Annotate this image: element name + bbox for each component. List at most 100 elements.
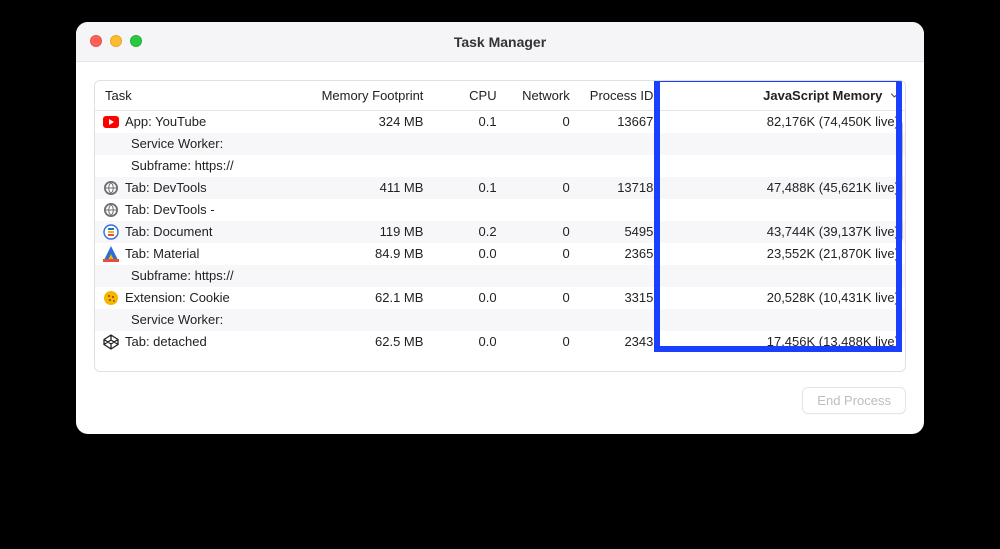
- cell-cpu: [429, 155, 502, 177]
- cell-mem: 119 MB: [283, 221, 429, 243]
- process-table-wrap: Task Memory Footprint CPU Network Proces…: [94, 80, 906, 372]
- codepen-icon: [103, 334, 119, 350]
- cell-task: App: YouTube: [95, 111, 283, 133]
- table-row[interactable]: Tab: DevTools -: [95, 199, 905, 221]
- task-label: Service Worker:: [131, 312, 223, 327]
- cell-mem: 411 MB: [283, 177, 429, 199]
- cell-net: [503, 265, 576, 287]
- titlebar[interactable]: Task Manager: [76, 22, 924, 62]
- cell-task: Tab: detached: [95, 331, 283, 353]
- cell-pid: 2343: [576, 331, 660, 353]
- cell-cpu: 0.1: [429, 177, 502, 199]
- cell-cpu: 0.2: [429, 221, 502, 243]
- cell-task: Service Worker:: [95, 133, 283, 155]
- cell-net: [503, 199, 576, 221]
- table-row[interactable]: Tab: Material84.9 MB0.00236523,552K (21,…: [95, 243, 905, 265]
- cell-mem: [283, 133, 429, 155]
- task-label: Subframe: https://: [131, 268, 234, 283]
- col-header-task[interactable]: Task: [95, 81, 283, 111]
- cell-net: [503, 155, 576, 177]
- cell-cpu: 0.1: [429, 111, 502, 133]
- footer: End Process: [94, 372, 906, 420]
- close-icon[interactable]: [90, 35, 102, 47]
- task-manager-window: Task Manager Task Memory Footprint CPU: [76, 22, 924, 434]
- cell-net: [503, 309, 576, 331]
- cookie-icon: [103, 290, 119, 306]
- cell-cpu: [429, 133, 502, 155]
- task-label: Subframe: https://: [131, 158, 234, 173]
- table-row[interactable]: Extension: Cookie 62.1 MB0.00331520,528K …: [95, 287, 905, 309]
- cell-mem: [283, 199, 429, 221]
- table-row[interactable]: Subframe: https://: [95, 155, 905, 177]
- task-label: App: YouTube: [125, 114, 206, 129]
- minimize-icon[interactable]: [110, 35, 122, 47]
- scrollbar-thumb[interactable]: [897, 121, 903, 241]
- table-header-row: Task Memory Footprint CPU Network Proces…: [95, 81, 905, 111]
- cell-net: [503, 133, 576, 155]
- cell-pid: 5495: [576, 221, 660, 243]
- cell-task: Subframe: https://: [95, 265, 283, 287]
- table-row[interactable]: Service Worker:: [95, 309, 905, 331]
- col-header-memory[interactable]: Memory Footprint: [283, 81, 429, 111]
- cell-js: 23,552K (21,870K live): [659, 243, 905, 265]
- task-label: Tab: DevTools: [125, 180, 207, 195]
- cell-net: 0: [503, 243, 576, 265]
- table-row[interactable]: Service Worker:: [95, 133, 905, 155]
- cell-mem: 324 MB: [283, 111, 429, 133]
- chevron-down-icon: [890, 88, 899, 103]
- cell-pid: [576, 309, 660, 331]
- col-header-network[interactable]: Network: [503, 81, 576, 111]
- cell-task: Subframe: https://: [95, 155, 283, 177]
- cell-js: [659, 309, 905, 331]
- cell-pid: [576, 265, 660, 287]
- cell-pid: 3315: [576, 287, 660, 309]
- cell-pid: 2365: [576, 243, 660, 265]
- content-area: Task Memory Footprint CPU Network Proces…: [76, 62, 924, 434]
- doc-icon: [103, 224, 119, 240]
- task-label: Tab: detached: [125, 334, 207, 349]
- cell-mem: [283, 155, 429, 177]
- cell-task: Extension: Cookie: [95, 287, 283, 309]
- task-label: Extension: Cookie: [125, 290, 230, 305]
- zoom-icon[interactable]: [130, 35, 142, 47]
- cell-mem: 62.5 MB: [283, 331, 429, 353]
- cell-pid: 13667: [576, 111, 660, 133]
- cell-task: Service Worker:: [95, 309, 283, 331]
- cell-net: 0: [503, 111, 576, 133]
- cell-js: [659, 199, 905, 221]
- cell-task: Tab: Document: [95, 221, 283, 243]
- process-table: Task Memory Footprint CPU Network Proces…: [95, 81, 905, 353]
- table-row[interactable]: App: YouTube 324 MB0.101366782,176K (74,4…: [95, 111, 905, 133]
- cell-cpu: 0.0: [429, 243, 502, 265]
- table-row[interactable]: Tab: detached62.5 MB0.00234317,456K (13,…: [95, 331, 905, 353]
- cell-cpu: 0.0: [429, 331, 502, 353]
- cell-js: 20,528K (10,431K live): [659, 287, 905, 309]
- cell-js: 82,176K (74,450K live): [659, 111, 905, 133]
- globe-icon: [103, 202, 119, 218]
- table-row[interactable]: Tab: Document 119 MB0.20549543,744K (39,1…: [95, 221, 905, 243]
- cell-cpu: [429, 199, 502, 221]
- cell-mem: [283, 309, 429, 331]
- col-header-cpu[interactable]: CPU: [429, 81, 502, 111]
- cell-js: [659, 133, 905, 155]
- task-label: Service Worker:: [131, 136, 223, 151]
- cell-mem: [283, 265, 429, 287]
- cell-mem: 62.1 MB: [283, 287, 429, 309]
- globe-icon: [103, 180, 119, 196]
- cell-net: 0: [503, 287, 576, 309]
- end-process-button[interactable]: End Process: [802, 387, 906, 414]
- cell-js: 47,488K (45,621K live): [659, 177, 905, 199]
- cell-net: 0: [503, 177, 576, 199]
- process-table-body: App: YouTube324 MB0.101366782,176K (74,4…: [95, 111, 905, 353]
- cell-pid: [576, 155, 660, 177]
- task-label: Tab: Document: [125, 224, 212, 239]
- col-header-pid[interactable]: Process ID: [576, 81, 660, 111]
- cell-task: Tab: DevTools: [95, 177, 283, 199]
- cell-cpu: 0.0: [429, 287, 502, 309]
- window-title: Task Manager: [454, 34, 546, 50]
- table-row[interactable]: Tab: DevTools411 MB0.101371847,488K (45,…: [95, 177, 905, 199]
- col-header-js-memory[interactable]: JavaScript Memory: [659, 81, 905, 111]
- cell-js: 43,744K (39,137K live): [659, 221, 905, 243]
- table-row[interactable]: Subframe: https://: [95, 265, 905, 287]
- cell-net: 0: [503, 221, 576, 243]
